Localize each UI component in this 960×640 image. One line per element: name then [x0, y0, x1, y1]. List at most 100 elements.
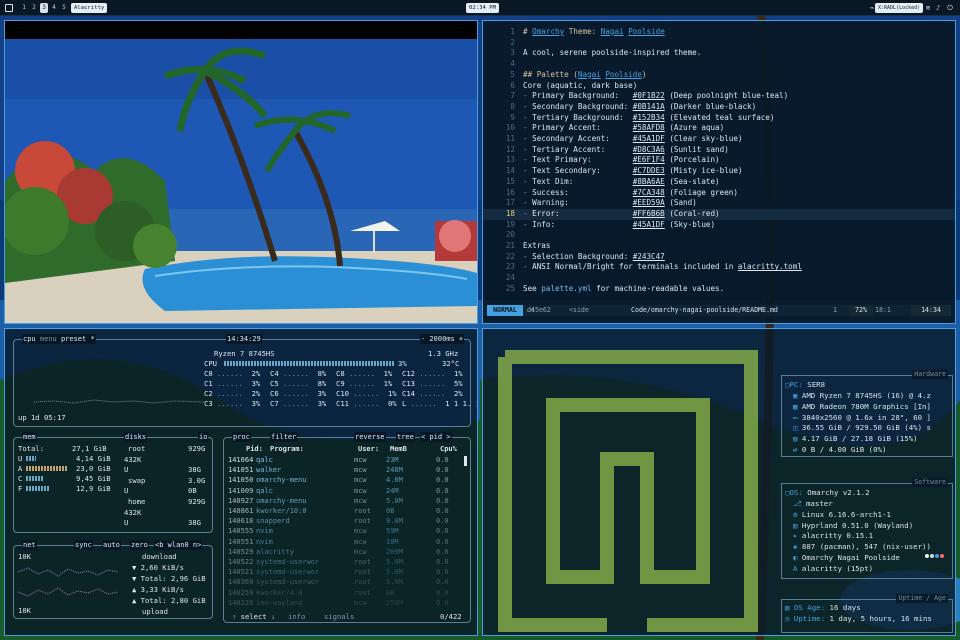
editor-line[interactable]: 21 Extras — [483, 241, 955, 252]
editor-line[interactable]: 22 - Selection Background: #243C47 — [483, 252, 955, 263]
cpu-core-name: C7 — [270, 399, 279, 408]
proc-program: systemd-userwor — [256, 558, 320, 566]
editor-line[interactable]: 6 Core (aquatic, dark base) — [483, 81, 955, 92]
proc-mem: 5.0M — [386, 496, 403, 505]
editor-line[interactable]: 5 ## Palette (Nagai Poolside) — [483, 70, 955, 81]
editor-line[interactable]: 8 - Secondary Background: #0B141A (Darker… — [483, 102, 955, 113]
proc-panel-title[interactable]: proc — [232, 432, 251, 442]
editor-line[interactable]: 24 — [483, 273, 955, 284]
proc-row[interactable]: 140861 kworker/10:0 root 0B 0.0 — [228, 506, 466, 517]
editor-line[interactable]: 25 See palette.yml for machine-readable v… — [483, 284, 955, 295]
workspace-1[interactable]: 1 — [20, 3, 28, 13]
proc-row[interactable]: 141064 qalc mcw 23M 0.0 — [228, 455, 466, 466]
proc-row[interactable]: 140551 nvim mcw 10M 0.0 — [228, 537, 466, 548]
proc-scrollbar[interactable] — [464, 456, 467, 466]
proc-row[interactable]: 141009 qalc mcw 24M 0.0 — [228, 486, 466, 497]
line-number: 20 — [505, 230, 515, 240]
cpu-core-graph: ...... — [212, 369, 252, 378]
proc-row[interactable]: 140521 systemd-userwor root 5.0M 0.0 — [228, 567, 466, 578]
proc-cpu: 0.0 — [436, 456, 449, 464]
editor-line[interactable]: 23 - ANSI Normal/Bright for terminals inc… — [483, 262, 955, 273]
proc-row[interactable]: 140529 alacritty mcw 209M 0.0 — [228, 547, 466, 558]
package-icon: ◈ — [793, 542, 802, 552]
editor-line[interactable]: 16 - Success: #7CA348 (Foliage green) — [483, 188, 955, 199]
mem-rows: U 4,14 GiB A 23,0 GiB C 9,45 GiB F 12,9 GiB — [18, 454, 118, 498]
font-icon: A — [793, 563, 802, 573]
omarchy-logo-icon[interactable] — [5, 4, 13, 12]
proc-mem: 9.0M — [386, 517, 403, 526]
fastfetch-window[interactable]: Hardware ▢PC: SER8 ▣ AMD Ryzen 7 8745HS … — [482, 328, 956, 636]
disks-panel-title[interactable]: disks — [124, 432, 148, 442]
proc-tree-toggle[interactable]: tree — [396, 432, 415, 442]
io-toggle[interactable]: io — [198, 432, 209, 442]
terminal-icon[interactable]: ⌁ — [866, 0, 878, 16]
editor-line[interactable]: 19 - Info: #45A1DF (Sky-blue) — [483, 220, 955, 231]
line-number: 25 — [505, 283, 515, 293]
update-interval[interactable]: - 2000ms + — [420, 334, 465, 344]
editor-line[interactable]: 7 - Primary Background: #0F1B22 (Deep poo… — [483, 91, 955, 102]
cpu-panel-title[interactable]: cpu menu preset * — [22, 334, 96, 344]
proc-row[interactable]: 140259 kworker/4:0 root 0B 0.0 — [228, 588, 466, 599]
proc-filter[interactable]: filter — [270, 432, 298, 442]
clock[interactable]: 02:34 PM — [466, 3, 499, 13]
net-sync-toggle[interactable]: sync — [74, 540, 93, 550]
editor-line[interactable]: 14 - Text Secondary: #C7DDE3 (Misty ice-b… — [483, 166, 955, 177]
cpu-core-name: C9 — [336, 379, 345, 388]
editor-line[interactable]: 15 - Text Dim: #8BA6AE (Sea-slate) — [483, 177, 955, 188]
hardware-row: ▭ 3840x2560 @ 1.6x in 28", 60 ] — [793, 413, 931, 424]
proc-row[interactable]: 140927 omarchy-menu mcw 5.0M 0.0 — [228, 496, 466, 507]
proc-sort-selector[interactable]: < pid > — [420, 432, 452, 442]
workspace-4[interactable]: 4 — [50, 3, 58, 13]
workspace-3[interactable]: 3 — [40, 3, 48, 13]
proc-footer-signals[interactable]: signals — [324, 612, 354, 621]
disk-row-key: U — [124, 486, 129, 496]
proc-row[interactable]: 140369 systemd-userwor root 5.0M 0.0 — [228, 577, 466, 588]
editor-line[interactable]: 1 # Omarchy Theme: Nagai Poolside — [483, 27, 955, 38]
mem-panel-title[interactable]: mem — [22, 432, 37, 442]
proc-row[interactable]: 140228 imv-wayland mcw 258M 0.0 — [228, 598, 466, 609]
editor-line[interactable]: 11 - Secondary Accent: #45A1DF (Clear sky… — [483, 134, 955, 145]
editor-line[interactable]: 3 A cool, serene poolside-inspired theme. — [483, 48, 955, 59]
poolside-artwork — [5, 21, 477, 323]
workspace-2[interactable]: 2 — [30, 3, 38, 13]
workspace-5[interactable]: 5 — [60, 3, 68, 13]
line-number: 2 — [510, 37, 515, 47]
editor-line[interactable]: 20 — [483, 230, 955, 241]
line-number: 12 — [505, 144, 515, 154]
proc-row[interactable]: 141051 walker mcw 248M 0.0 — [228, 465, 466, 476]
editor-line[interactable]: 17 - Warning: #EED59A (Sand) — [483, 198, 955, 209]
proc-row[interactable]: 140618 snapperd root 9.0M 0.0 — [228, 516, 466, 527]
editor-line[interactable]: 2 — [483, 38, 955, 49]
editor-line[interactable]: 4 — [483, 59, 955, 70]
editor-window[interactable]: 1 # Omarchy Theme: Nagai Poolside 2 3 A cool… — [482, 20, 956, 324]
editor-line[interactable]: 10 - Primary Accent: #58AFD8 (Azure aqua) — [483, 123, 955, 134]
editor-line[interactable]: 18 - Error: #FF6B6B (Coral-red) — [483, 208, 955, 220]
btop-window[interactable]: cpu menu preset * 14:34:29 - 2000ms + Ry… — [4, 328, 478, 636]
mem-row-value: 12,9 GiB — [76, 484, 111, 493]
editor-line[interactable]: 12 - Tertiary Accent: #D8C3A6 (Sunlit san… — [483, 145, 955, 156]
line-text: A cool, serene poolside-inspired theme. — [523, 48, 702, 58]
proc-reverse-toggle[interactable]: reverse — [354, 432, 386, 442]
proc-footer-select[interactable]: ↑ select ↓ — [232, 612, 275, 621]
proc-footer-info[interactable]: info — [288, 612, 305, 621]
proc-row[interactable]: 141050 omarchy-menu mcw 4.0M 0.0 — [228, 475, 466, 486]
editor-line[interactable]: 9 - Tertiary Background: #152B34 (Elevate… — [483, 113, 955, 124]
cpu-core: C2 ...... 2% — [204, 389, 260, 398]
cpu-core-percent: 2% — [251, 369, 261, 378]
cpu-core: C10 ...... 1% — [336, 389, 397, 398]
proc-mem: 0B — [386, 588, 395, 597]
net-panel-title[interactable]: net — [22, 540, 37, 550]
proc-row[interactable]: 140522 systemd-userwor root 5.0M 0.0 — [228, 557, 466, 568]
power-icon[interactable]: ⏻ — [944, 0, 956, 16]
net-interface-selector[interactable]: <b wlan0 n> — [154, 540, 203, 550]
proc-list[interactable]: 141064 qalc mcw 23M 0.0 141051 walker mcw 248M 0.… — [228, 455, 468, 615]
disk-row-value: 3.0G — [188, 475, 206, 485]
cpu-core: C3 ...... 3% — [204, 399, 260, 408]
net-auto-toggle[interactable]: auto — [102, 540, 121, 550]
volume-icon[interactable]: ♪ — [932, 0, 944, 16]
editor-line[interactable]: 13 - Text Primary: #E6F1F4 (Porcelain) — [483, 155, 955, 166]
editor-buffer[interactable]: 1 # Omarchy Theme: Nagai Poolside 2 3 A cool… — [483, 27, 955, 303]
image-viewer-window[interactable] — [4, 20, 478, 324]
net-zero-toggle[interactable]: zero — [130, 540, 149, 550]
proc-row[interactable]: 140555 nvim mcw 59M 0.0 — [228, 526, 466, 537]
